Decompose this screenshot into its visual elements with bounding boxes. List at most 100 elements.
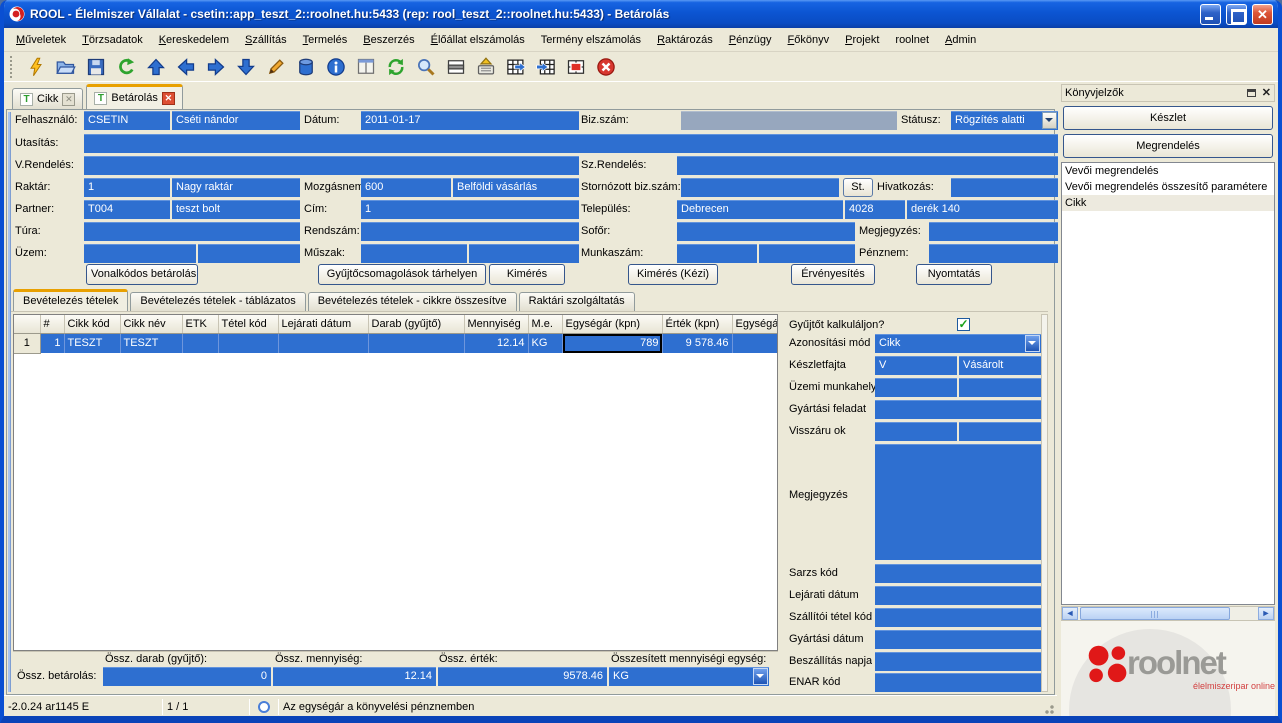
col-cikk-nev[interactable]: Cikk név: [120, 315, 182, 333]
col-cikk-kod[interactable]: Cikk kód: [64, 315, 120, 333]
tab-bevetelezes-cikkre[interactable]: Bevételezés tételek - cikkre összesítve: [308, 292, 517, 311]
nav-next-icon[interactable]: [204, 55, 228, 79]
nav-previous-icon[interactable]: [174, 55, 198, 79]
cell-egysegar-kpn-selected[interactable]: 789: [562, 333, 662, 353]
cell-cikk-kod[interactable]: TESZT: [64, 333, 120, 353]
muszak-name-field[interactable]: [469, 244, 579, 263]
rows-icon[interactable]: [444, 55, 468, 79]
beszallitas-napja-field[interactable]: [875, 652, 1041, 671]
col-mennyiseg[interactable]: Mennyiség: [464, 315, 528, 333]
statusz-dropdown[interactable]: Rögzítés alatti: [951, 111, 1058, 130]
minimize-button[interactable]: [1200, 4, 1221, 25]
save-icon[interactable]: [84, 55, 108, 79]
maximize-button[interactable]: [1226, 4, 1247, 25]
visszaru-ok-name-field[interactable]: [959, 422, 1041, 441]
col-egysegar[interactable]: Egységár: [732, 315, 778, 333]
menu-torzsadatok[interactable]: Törzsadatok: [74, 31, 151, 49]
col-egysegar-kpn[interactable]: Egységár (kpn): [562, 315, 662, 333]
scrollbar-track[interactable]: [1078, 607, 1258, 620]
keyboard-icon[interactable]: [474, 55, 498, 79]
stornozott-field[interactable]: [681, 178, 839, 197]
ervenyesites-button[interactable]: Érvényesítés: [791, 264, 875, 285]
cim-field[interactable]: 1: [361, 200, 579, 219]
tab-cikk[interactable]: T Cikk ✕: [12, 88, 83, 109]
menu-raktarozas[interactable]: Raktározás: [649, 31, 721, 49]
col-lejarati-datum[interactable]: Lejárati dátum: [278, 315, 368, 333]
lightning-icon[interactable]: [24, 55, 48, 79]
grid-insert-icon[interactable]: [534, 55, 558, 79]
raktar-name-field[interactable]: Nagy raktár: [172, 178, 300, 197]
gyujto-checkbox[interactable]: ✓: [957, 318, 970, 331]
utasitas-field[interactable]: [84, 134, 1058, 153]
grid-forward-icon[interactable]: [504, 55, 528, 79]
open-folder-icon[interactable]: [54, 55, 78, 79]
gyartasi-datum-field[interactable]: [875, 630, 1041, 649]
menu-termeles[interactable]: Termelés: [295, 31, 356, 49]
visszaru-ok-code-field[interactable]: [875, 422, 957, 441]
kimeres-button[interactable]: Kimérés: [489, 264, 565, 285]
vrendeles-field[interactable]: [84, 156, 579, 175]
tab-betarolas-close-icon[interactable]: ✕: [162, 92, 175, 105]
egyseg-dropdown[interactable]: KG: [609, 667, 769, 686]
col-etk[interactable]: ETK: [182, 315, 218, 333]
telepules-street-field[interactable]: derék 140: [907, 200, 1058, 219]
ossz-mennyiseg-field[interactable]: 12.14: [273, 667, 436, 686]
szrendeles-field[interactable]: [677, 156, 1058, 175]
tab-betarolas[interactable]: T Betárolás ✕: [86, 84, 182, 109]
lejarati-datum-field[interactable]: [875, 586, 1041, 605]
menu-termeny[interactable]: Termény elszámolás: [533, 31, 649, 49]
munkaszam-name-field[interactable]: [759, 244, 855, 263]
muszak-code-field[interactable]: [361, 244, 467, 263]
cell-ertek-kpn[interactable]: 9 578.46: [662, 333, 732, 353]
list-item[interactable]: Vevői megrendelés: [1062, 163, 1274, 179]
cell-darab-gyujto[interactable]: [368, 333, 464, 353]
chevron-down-icon[interactable]: [1025, 335, 1040, 352]
tab-bevetelezes-tetelek[interactable]: Bevételezés tételek: [13, 289, 128, 311]
munkaszam-code-field[interactable]: [677, 244, 757, 263]
gyujtocsomagolasok-button[interactable]: Gyűjtőcsomagolások tárhelyen: [318, 264, 486, 285]
tab-raktari-szolgaltatas[interactable]: Raktári szolgáltatás: [519, 292, 635, 311]
ossz-darab-field[interactable]: 0: [103, 667, 271, 686]
tab-bevetelezes-tablazatos[interactable]: Bevételezés tételek - táblázatos: [130, 292, 305, 311]
menu-projekt[interactable]: Projekt: [837, 31, 887, 49]
uzemi-munkahely-code-field[interactable]: [875, 378, 957, 397]
col-tetel-kod[interactable]: Tétel kód: [218, 315, 278, 333]
gyartasi-feladat-field[interactable]: [875, 400, 1041, 419]
felhasznalo-code-field[interactable]: CSETIN: [84, 111, 170, 130]
st-button[interactable]: St.: [843, 178, 873, 197]
close-panel-icon[interactable]: ✕: [1262, 88, 1271, 98]
keszletfajta-name-field[interactable]: Vásárolt: [959, 356, 1041, 375]
mozgasnem-name-field[interactable]: Belföldi vásárlás: [453, 178, 579, 197]
penznem-field[interactable]: [929, 244, 1058, 263]
megjegyzes-textarea[interactable]: [875, 444, 1041, 560]
menu-penzugy[interactable]: Pénzügy: [721, 31, 780, 49]
szallitoi-tetel-kod-field[interactable]: [875, 608, 1041, 627]
menu-roolnet[interactable]: roolnet: [887, 31, 937, 49]
ossz-ertek-field[interactable]: 9578.46: [438, 667, 607, 686]
keszletfajta-code-field[interactable]: V: [875, 356, 957, 375]
undo-icon[interactable]: [114, 55, 138, 79]
partner-code-field[interactable]: T004: [84, 200, 170, 219]
raktar-code-field[interactable]: 1: [84, 178, 170, 197]
cell-lejarati-datum[interactable]: [278, 333, 368, 353]
close-button[interactable]: [1252, 4, 1273, 25]
menu-beszerzes[interactable]: Beszerzés: [355, 31, 422, 49]
menu-eloallat[interactable]: Élőállat elszámolás: [423, 31, 533, 49]
vonalkodos-betarolas-button[interactable]: Vonalkódos betárolás: [86, 264, 198, 285]
toolbar-grip[interactable]: [10, 56, 14, 78]
menu-szallitas[interactable]: Szállítás: [237, 31, 295, 49]
nav-last-icon[interactable]: [234, 55, 258, 79]
nav-first-icon[interactable]: [144, 55, 168, 79]
sarzs-kod-field[interactable]: [875, 564, 1041, 583]
cell-index[interactable]: 1: [40, 333, 64, 353]
resize-grip[interactable]: [1042, 702, 1055, 715]
list-item[interactable]: Vevői megrendelés összesítő paramétere: [1062, 179, 1274, 195]
azonositasi-mod-dropdown[interactable]: Cikk: [875, 334, 1041, 353]
cell-cikk-nev[interactable]: TESZT: [120, 333, 182, 353]
table-row[interactable]: 1 1 TESZT TESZT 12.14 KG: [14, 333, 778, 353]
window-icon[interactable]: [354, 55, 378, 79]
megrendeles-button[interactable]: Megrendelés: [1063, 134, 1273, 158]
col-darab-gyujto[interactable]: Darab (gyűjtő): [368, 315, 464, 333]
megjegyzes-field[interactable]: [929, 222, 1058, 241]
row-header-cell[interactable]: 1: [14, 333, 40, 353]
